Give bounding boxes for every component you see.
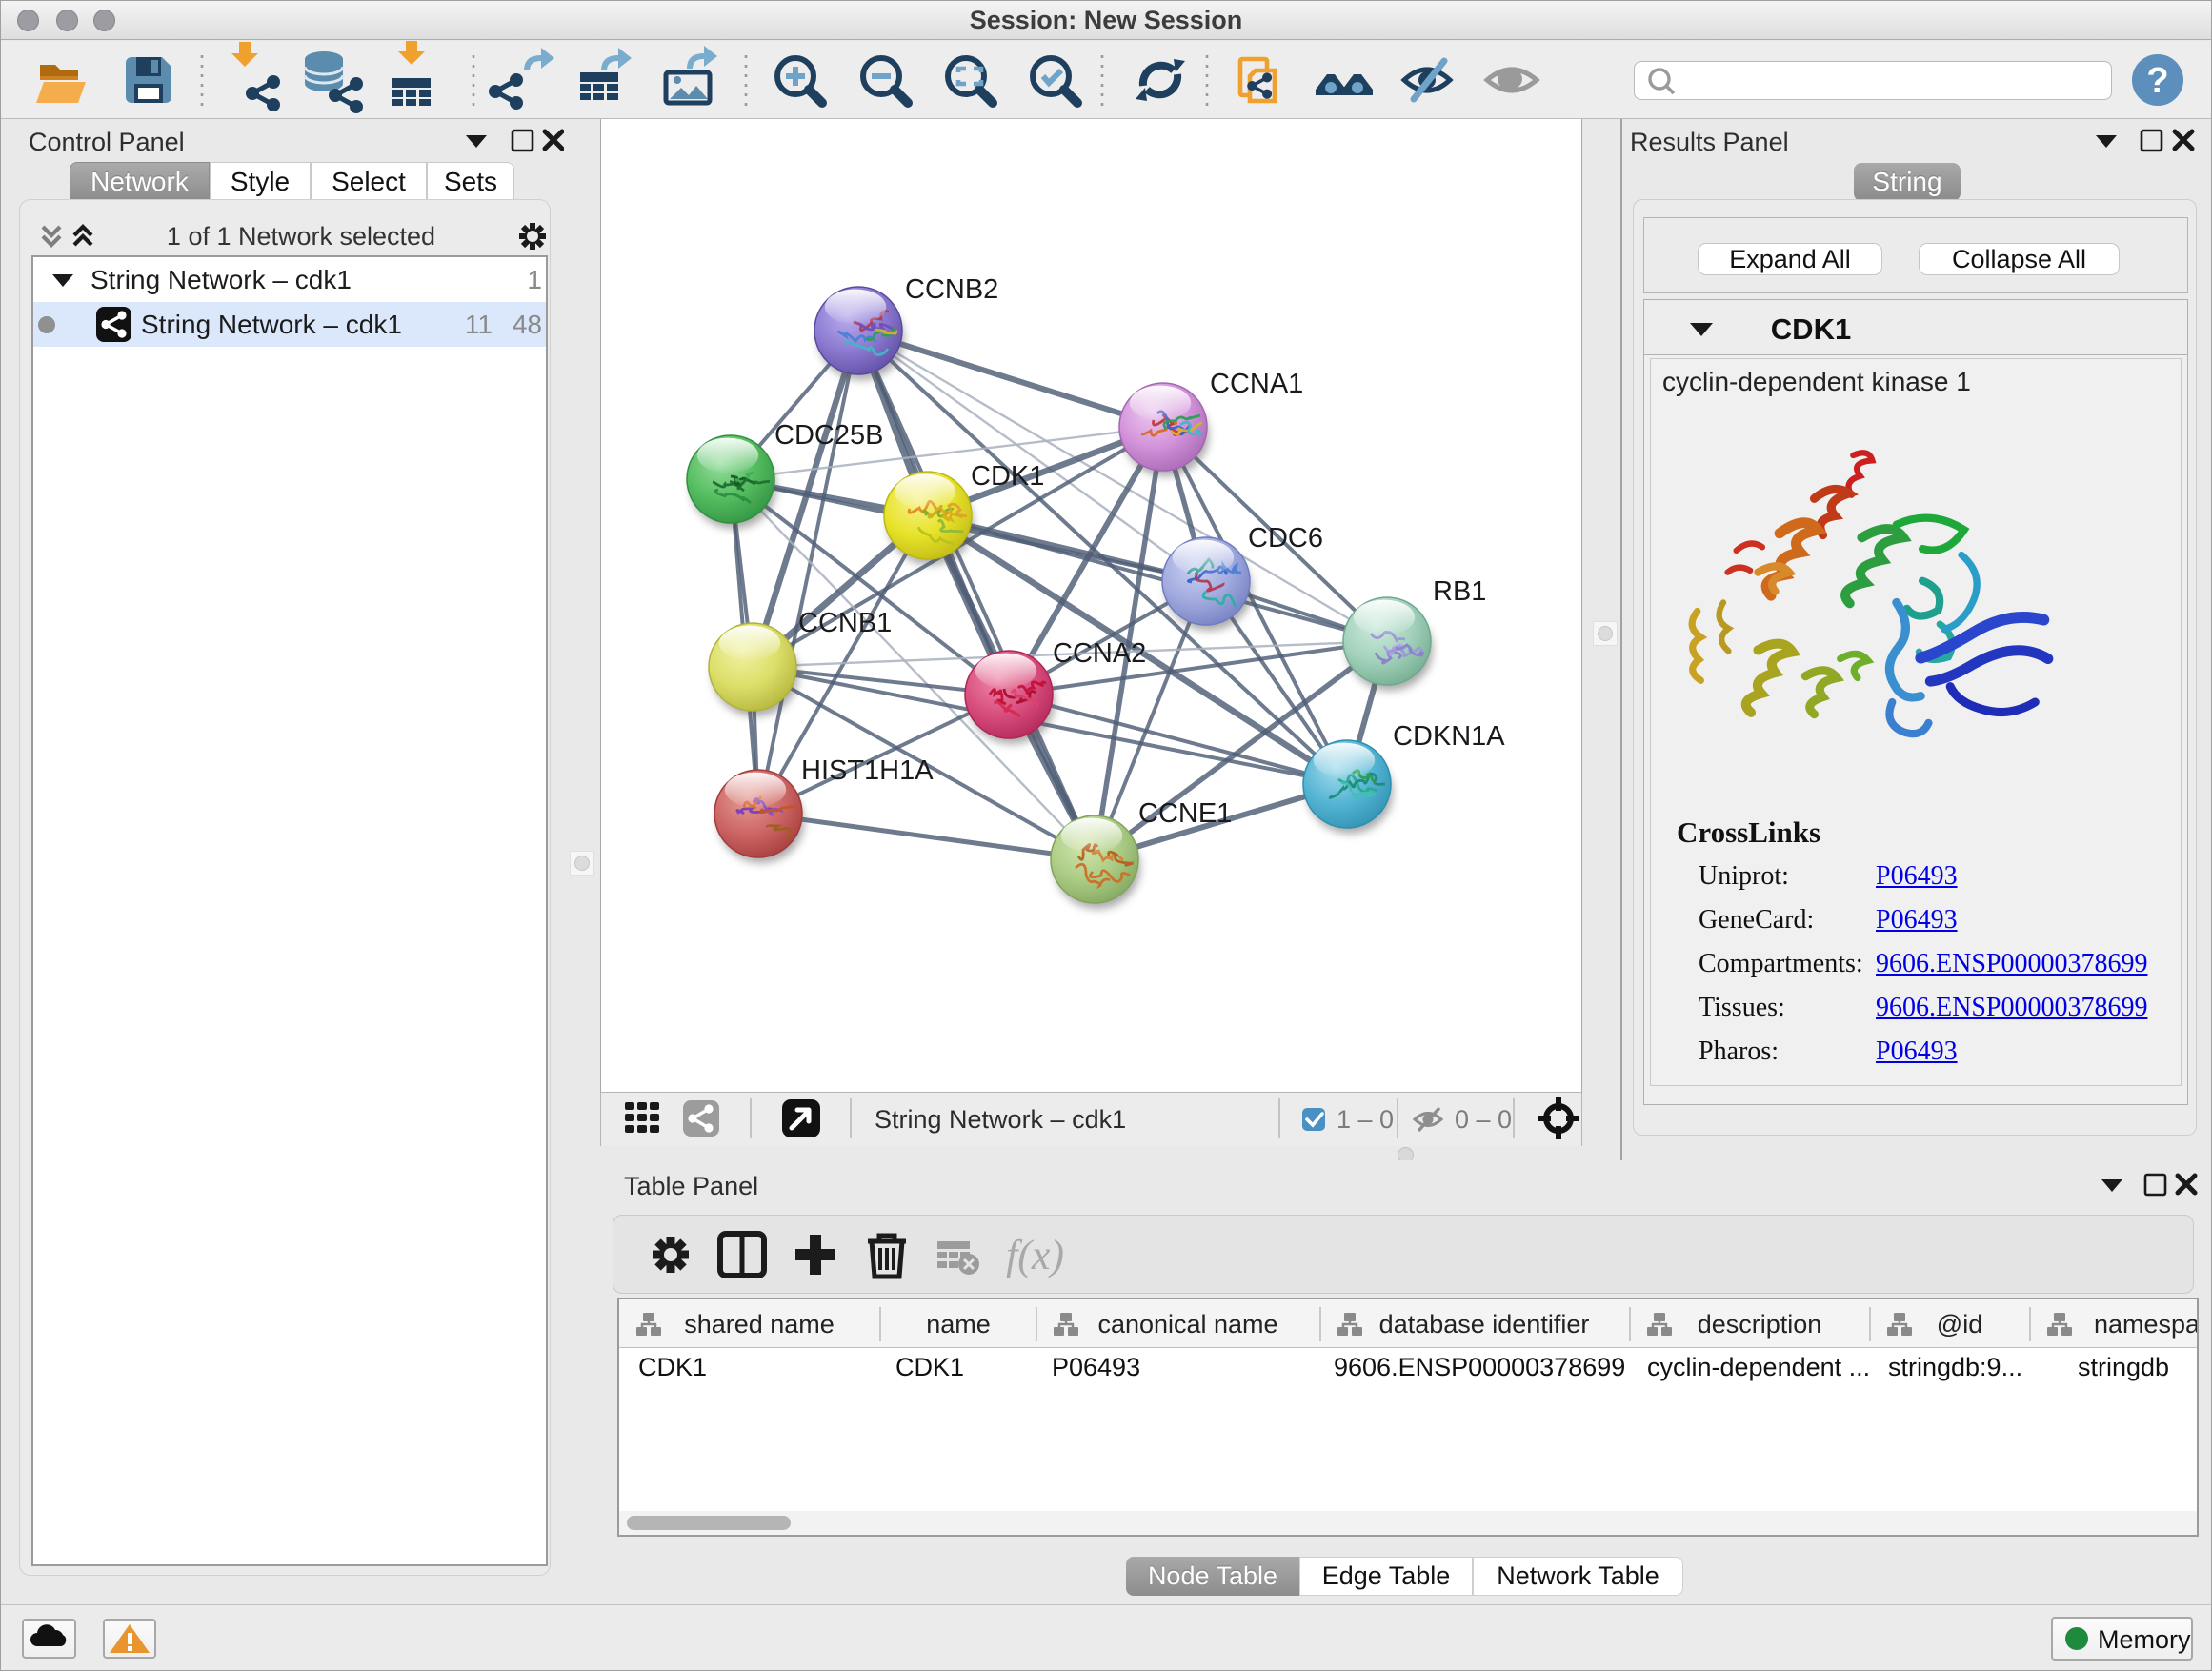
svg-text:database identifier: database identifier xyxy=(1379,1310,1590,1339)
svg-text:String Network – cdk1: String Network – cdk1 xyxy=(141,310,402,339)
svg-text:CDK1: CDK1 xyxy=(638,1353,707,1381)
svg-text:RB1: RB1 xyxy=(1433,576,1486,607)
svg-text:Memory: Memory xyxy=(2098,1625,2191,1654)
svg-text:String Network – cdk1: String Network – cdk1 xyxy=(875,1105,1126,1134)
svg-text:1: 1 xyxy=(527,265,542,294)
svg-text:9606.ENSP00000378699: 9606.ENSP00000378699 xyxy=(1334,1353,1625,1381)
svg-text:11: 11 xyxy=(465,310,493,339)
svg-text:stringdb:9...: stringdb:9... xyxy=(1888,1353,2022,1381)
svg-text:name: name xyxy=(926,1310,991,1339)
svg-text:shared name: shared name xyxy=(684,1310,835,1339)
svg-text:CDC25B: CDC25B xyxy=(774,420,883,451)
svg-text:1 – 0: 1 – 0 xyxy=(1337,1105,1394,1134)
svg-text:HIST1H1A: HIST1H1A xyxy=(801,755,934,786)
svg-text:CCNB2: CCNB2 xyxy=(905,274,998,305)
svg-text:CDKN1A: CDKN1A xyxy=(1393,721,1505,752)
svg-text:48: 48 xyxy=(513,310,542,339)
svg-text:CDK1: CDK1 xyxy=(971,461,1044,492)
svg-text:namespace: namespace xyxy=(2094,1310,2197,1339)
svg-text:CCNB1: CCNB1 xyxy=(798,608,892,638)
svg-text:?: ? xyxy=(2146,61,2168,101)
svg-text:1 of 1 Network selected: 1 of 1 Network selected xyxy=(167,222,435,251)
svg-text:f(x): f(x) xyxy=(1006,1232,1064,1278)
svg-text:CDK1: CDK1 xyxy=(1771,312,1851,346)
svg-text:CDC6: CDC6 xyxy=(1248,523,1323,554)
svg-text:P06493: P06493 xyxy=(1052,1353,1140,1381)
svg-text:canonical name: canonical name xyxy=(1097,1310,1277,1339)
svg-text:description: description xyxy=(1698,1310,1822,1339)
svg-text:@id: @id xyxy=(1937,1310,1982,1339)
svg-text:0 – 0: 0 – 0 xyxy=(1455,1105,1512,1134)
svg-text:CCNE1: CCNE1 xyxy=(1138,798,1232,829)
svg-text:CCNA2: CCNA2 xyxy=(1053,638,1146,669)
svg-text:cyclin-dependent ...: cyclin-dependent ... xyxy=(1647,1353,1870,1381)
svg-text:stringdb: stringdb xyxy=(2078,1353,2169,1381)
svg-text:String Network – cdk1: String Network – cdk1 xyxy=(90,265,352,294)
svg-text:CDK1: CDK1 xyxy=(895,1353,964,1381)
svg-text:CCNA1: CCNA1 xyxy=(1210,369,1303,399)
